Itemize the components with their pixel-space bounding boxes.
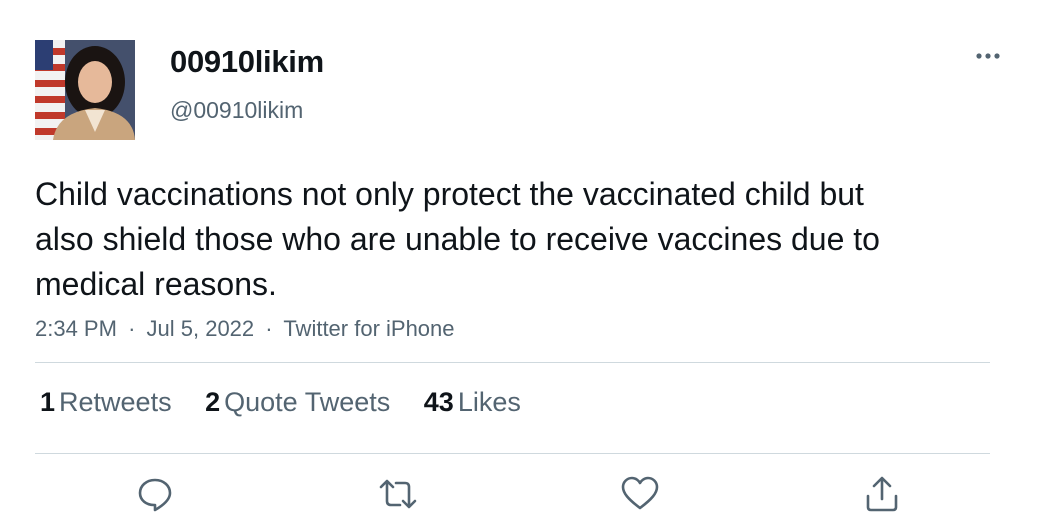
like-button[interactable] [620, 474, 660, 514]
tweet-card: 00910likim @00910likim Child vaccination… [0, 0, 1050, 525]
quote-tweets-count: 2 [205, 387, 221, 417]
tweet-metadata: 2:34 PM · Jul 5, 2022 · Twitter for iPho… [35, 316, 455, 342]
retweets-count: 1 [40, 387, 56, 417]
divider [35, 453, 990, 454]
divider [35, 362, 990, 363]
engagement-stats: 1 Retweets 2 Quote Tweets 43 Likes [40, 387, 547, 418]
heart-icon [621, 476, 659, 510]
user-handle[interactable]: @00910likim [170, 97, 303, 124]
retweet-button[interactable] [378, 474, 418, 514]
retweets-stat[interactable]: 1 Retweets [40, 387, 172, 418]
likes-count: 43 [423, 387, 454, 417]
retweets-label: Retweets [59, 387, 172, 417]
tweet-source[interactable]: Twitter for iPhone [283, 316, 454, 341]
display-name[interactable]: 00910likim [170, 44, 324, 80]
separator-dot: · [265, 316, 273, 341]
quote-tweets-stat[interactable]: 2 Quote Tweets [205, 387, 390, 418]
quote-tweets-label: Quote Tweets [224, 387, 391, 417]
tweet-text: Child vaccinations not only protect the … [35, 176, 880, 302]
more-options-icon[interactable] [973, 44, 1003, 68]
separator-dot: · [128, 316, 136, 341]
retweet-arrows-icon [379, 479, 417, 509]
comment-bubble-icon [138, 478, 172, 512]
avatar[interactable] [35, 40, 135, 140]
reply-button[interactable] [135, 474, 175, 514]
share-upload-icon [866, 476, 898, 512]
likes-stat[interactable]: 43 Likes [424, 387, 521, 418]
likes-label: Likes [457, 387, 521, 417]
tweet-time[interactable]: 2:34 PM [35, 316, 117, 341]
share-button[interactable] [862, 474, 902, 514]
profile-photo-image [35, 40, 135, 140]
tweet-date[interactable]: Jul 5, 2022 [147, 316, 255, 341]
